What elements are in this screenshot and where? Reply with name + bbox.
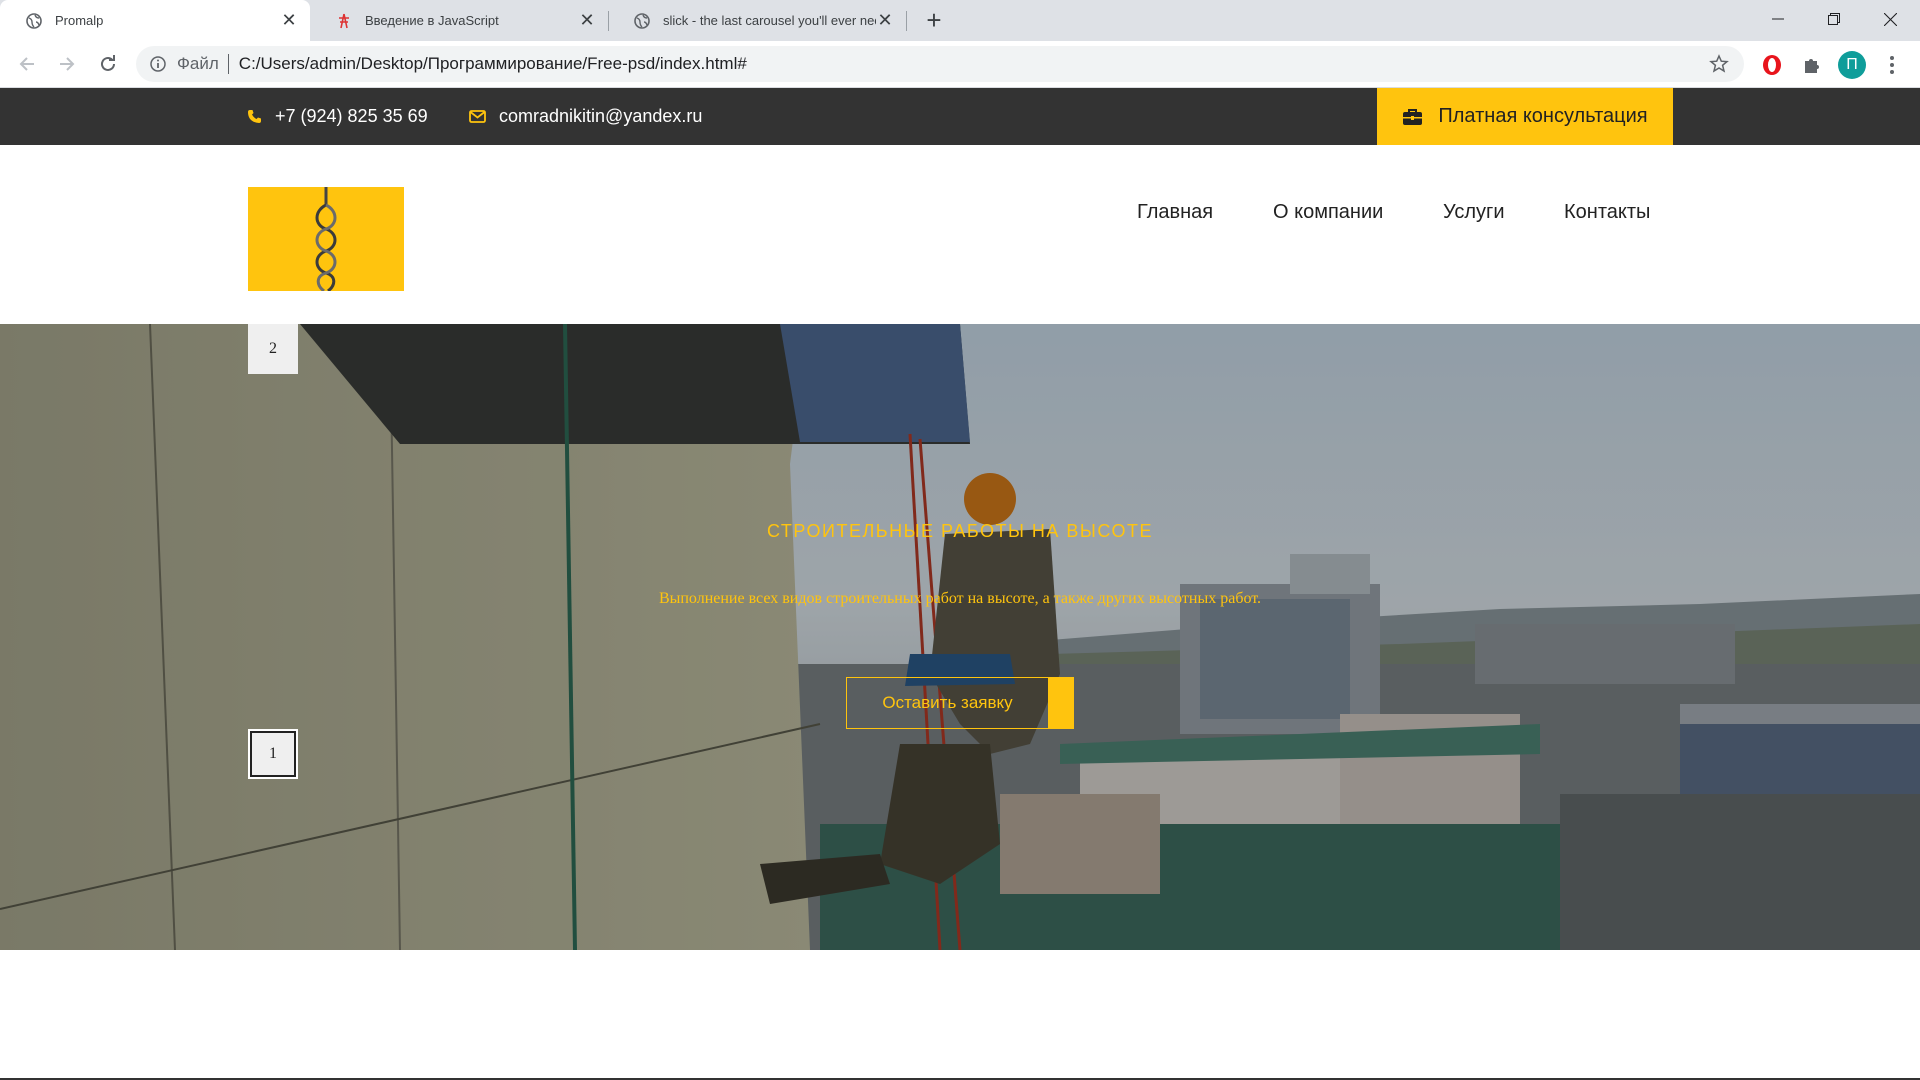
nav-item-contacts[interactable]: Контакты (1564, 197, 1650, 227)
phone-number: +7 (924) 825 35 69 (275, 106, 428, 126)
slider-dot-active[interactable]: 1 (248, 729, 298, 779)
tab-title: Введение в JavaScript (365, 13, 499, 28)
browser-toolbar: Файл C:/Users/admin/Desktop/Программиров… (0, 41, 1920, 88)
opera-extension-icon[interactable] (1760, 53, 1784, 77)
email-contact[interactable]: comradnikitin@yandex.ru (469, 88, 702, 145)
minimize-button[interactable] (1750, 0, 1806, 38)
phone-contact[interactable]: +7 (924) 825 35 69 (247, 88, 428, 145)
bookmark-star-icon[interactable] (1709, 54, 1729, 74)
new-tab-button[interactable]: + (920, 5, 948, 35)
info-icon[interactable] (149, 55, 167, 73)
hero-subtitle: Выполнение всех видов строительных работ… (658, 590, 1262, 607)
profile-avatar[interactable]: П (1838, 51, 1866, 79)
reload-button[interactable] (91, 47, 125, 81)
tab-slick[interactable]: slick - the last carousel you'll ever ne… (608, 0, 906, 41)
forward-button[interactable] (50, 47, 84, 81)
extensions-puzzle-icon[interactable] (1800, 53, 1824, 77)
site-logo[interactable] (248, 187, 404, 291)
tab-promalp[interactable]: Promalp ✕ (0, 0, 310, 41)
close-icon[interactable]: ✕ (876, 10, 894, 30)
briefcase-icon (1402, 107, 1424, 127)
email-address: comradnikitin@yandex.ru (499, 106, 703, 126)
back-button[interactable] (10, 47, 44, 81)
globe-icon (25, 12, 42, 29)
slider-dot[interactable]: 2 (248, 324, 298, 374)
close-window-button[interactable] (1862, 0, 1918, 38)
tab-title: Promalp (55, 13, 104, 28)
nav-item-home[interactable]: Главная (1137, 197, 1213, 227)
tab-title: slick - the last carousel you'll ever ne… (663, 13, 876, 28)
javascript-tutorial-icon (335, 12, 352, 29)
globe-icon (633, 12, 650, 29)
site-header: Главная О компании Услуги Контакты (0, 145, 1920, 325)
restore-button[interactable] (1806, 0, 1862, 38)
paid-consultation-button[interactable]: Платная консультация (1377, 88, 1673, 145)
contact-topbar: +7 (924) 825 35 69 comradnikitin@yandex.… (0, 88, 1920, 145)
consultation-label: Платная консультация (1438, 105, 1648, 127)
hero-slider: 2 1 СТРОИТЕЛЬНЫЕ РАБОТЫ НА ВЫСОТЕ Выполн… (0, 324, 1920, 950)
hero-title: СТРОИТЕЛЬНЫЕ РАБОТЫ НА ВЫСОТЕ (767, 521, 1153, 541)
url-text[interactable]: C:/Users/admin/Desktop/Программирование/… (239, 54, 747, 74)
scheme-label: Файл (177, 54, 219, 73)
close-icon[interactable]: ✕ (578, 10, 596, 30)
tab-javascript[interactable]: Введение в JavaScript ✕ (310, 0, 608, 41)
nav-item-services[interactable]: Услуги (1443, 197, 1505, 227)
menu-kebab-icon[interactable] (1880, 53, 1904, 77)
phone-icon (247, 109, 263, 125)
button-accent-bar (1049, 677, 1074, 729)
address-bar[interactable]: Файл C:/Users/admin/Desktop/Программиров… (136, 46, 1744, 82)
close-icon[interactable]: ✕ (280, 10, 298, 30)
submit-request-label: Оставить заявку (846, 677, 1049, 729)
envelope-icon (469, 109, 487, 125)
submit-request-button[interactable]: Оставить заявку (846, 677, 1074, 729)
rope-access-worker-photo (0, 324, 1920, 950)
tab-divider (906, 11, 907, 31)
browser-tab-strip: Promalp ✕ Введение в JavaScript ✕ slick … (0, 0, 1920, 41)
rope-knot-icon (315, 187, 337, 291)
omnibox-divider (227, 54, 229, 74)
nav-item-about[interactable]: О компании (1273, 197, 1383, 227)
web-page: +7 (924) 825 35 69 comradnikitin@yandex.… (0, 88, 1920, 1080)
